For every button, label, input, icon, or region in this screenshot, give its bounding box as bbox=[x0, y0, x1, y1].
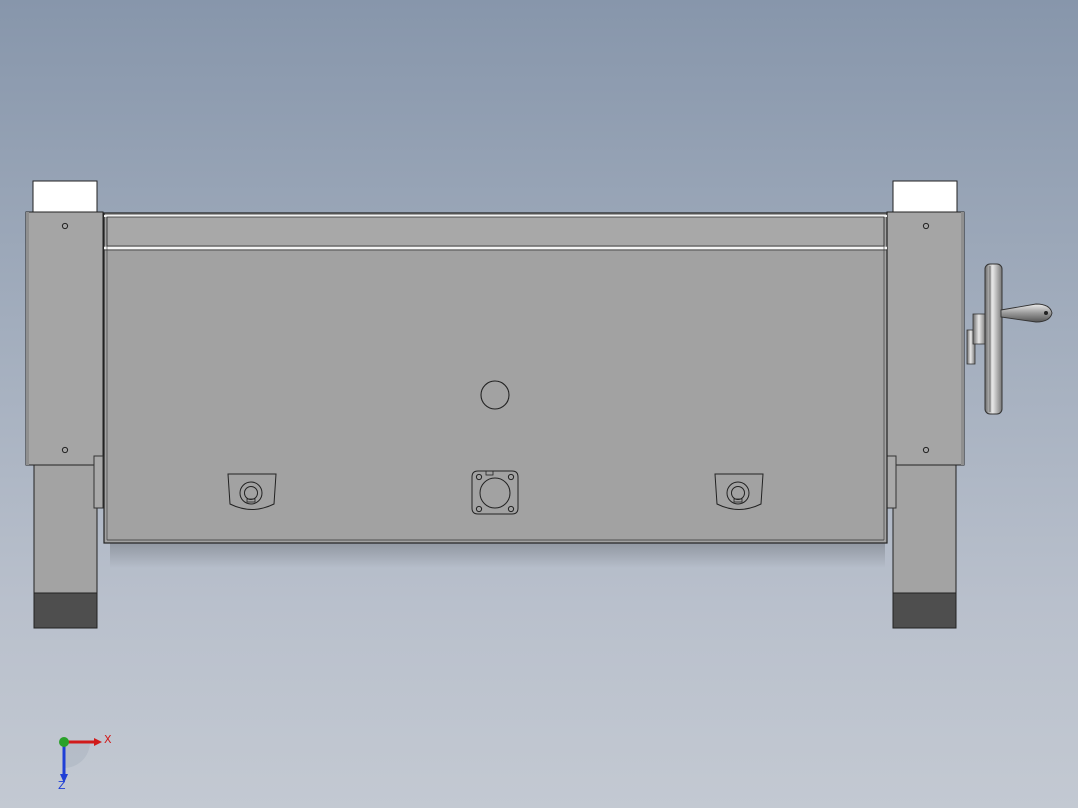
left-lower-column bbox=[33, 464, 98, 594]
right-leg[interactable] bbox=[886, 180, 965, 629]
wheel-rim bbox=[984, 263, 1003, 415]
right-foot bbox=[892, 592, 957, 629]
x-axis-label: X bbox=[104, 733, 112, 746]
right-top-block bbox=[892, 180, 958, 214]
left-foot bbox=[33, 592, 98, 629]
cad-viewport[interactable]: X Z bbox=[0, 0, 1078, 808]
main-housing bbox=[103, 212, 888, 544]
right-side-plate bbox=[886, 211, 965, 466]
wheel-shaft bbox=[972, 313, 987, 345]
right-bracket bbox=[886, 455, 897, 509]
hand-wheel[interactable] bbox=[966, 263, 1053, 415]
main-body[interactable] bbox=[103, 212, 888, 544]
left-bracket bbox=[93, 455, 104, 509]
wheel-handle-tip bbox=[1044, 311, 1048, 315]
left-top-block bbox=[32, 180, 98, 214]
right-plate-edge bbox=[961, 212, 964, 465]
body-shadow bbox=[110, 540, 885, 568]
left-side-plate bbox=[25, 211, 104, 466]
machine-model[interactable] bbox=[0, 0, 1078, 808]
x-axis-arrow bbox=[94, 738, 102, 746]
left-leg[interactable] bbox=[25, 180, 104, 629]
left-plate-edge bbox=[26, 212, 29, 465]
top-rail bbox=[106, 216, 885, 247]
y-axis-dot bbox=[59, 737, 69, 747]
coordinate-triad: X Z bbox=[58, 733, 112, 790]
right-lower-column bbox=[892, 464, 957, 594]
triad-plane-shading bbox=[64, 742, 90, 768]
z-axis-label: Z bbox=[58, 779, 66, 790]
